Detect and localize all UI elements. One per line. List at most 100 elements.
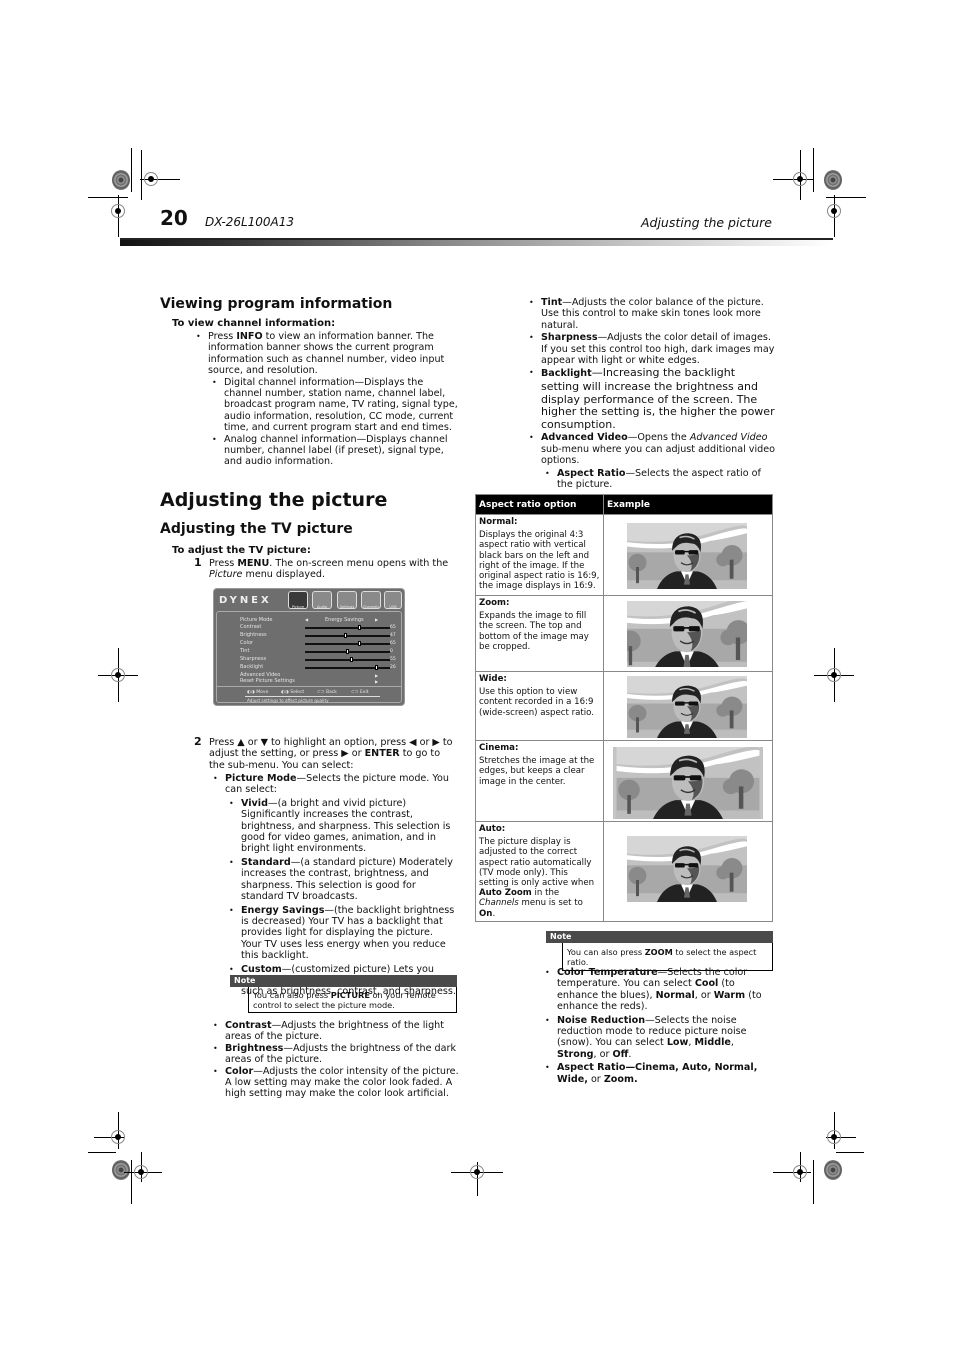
list-item: Analog channel information—Displays chan…	[208, 434, 460, 468]
list-item: Aspect Ratio—Cinema, Auto, Normal, Wide,…	[541, 1062, 776, 1085]
procedure-heading: To adjust the TV picture:	[172, 545, 311, 556]
osd-nav-move: ◐◑ Move	[247, 690, 269, 695]
advanced-video-options-list: Color Temperature—Selects the color temp…	[541, 967, 776, 1085]
osd-hint: Adjust settings to affect picture qualit…	[247, 698, 329, 703]
note-label: Note	[230, 975, 457, 987]
registration-target-icon	[134, 1165, 148, 1179]
list-item: Vivid—(a bright and vivid picture) Signi…	[225, 798, 456, 855]
list-item: Noise Reduction—Selects the noise reduct…	[541, 1015, 776, 1061]
normal-aspect-example-image	[627, 523, 747, 589]
osd-slider-knob	[374, 665, 378, 670]
list-item: Sharpness—Adjusts the color detail of im…	[525, 332, 775, 366]
osd-slider-label: Brightness	[240, 632, 267, 638]
table-row: Cinema: Stretches the image at the edges,…	[475, 740, 773, 822]
osd-tab-usb: USB	[384, 591, 402, 609]
osd-tab-audio: Audio	[312, 591, 332, 609]
registration-target-icon	[827, 204, 841, 218]
left-arrow-icon: ◀	[305, 617, 309, 622]
osd-slider-knob	[343, 633, 347, 638]
bullet-list: Press INFO to view an information banner…	[192, 331, 460, 468]
osd-picture-mode-value: Energy Savings	[325, 617, 364, 623]
header-gradient-bar	[120, 238, 833, 246]
note-box: Note You can also press ZOOM to select t…	[546, 931, 773, 971]
table-row: Wide: Use this option to view content rec…	[475, 671, 773, 741]
registration-dial-icon	[112, 170, 130, 190]
osd-slider-backlight	[305, 665, 390, 670]
registration-target-icon	[793, 1165, 807, 1179]
list-item: Color—Adjusts the color intensity of the…	[209, 1066, 459, 1100]
picture-settings-list: Contrast—Adjusts the brightness of the l…	[209, 1020, 459, 1100]
osd-slider-color	[305, 641, 390, 646]
registration-dial-icon	[824, 1160, 842, 1180]
osd-nav-exit: ⊂⊃ Exit	[351, 690, 369, 695]
model-number: DX-26L100A13	[205, 215, 295, 229]
section-heading: Viewing program information	[160, 296, 393, 312]
wide-aspect-example-image	[627, 676, 747, 738]
osd-slider-tint	[305, 649, 390, 654]
man-in-sunglasses-illustration	[627, 523, 747, 589]
list-item: Backlight—Increasing the backlight setti…	[525, 367, 775, 431]
list-item: Picture Mode—Selects the picture mode. Y…	[209, 773, 456, 998]
page-number: 20	[160, 206, 188, 230]
list-item: Standard—(a standard picture) Moderately…	[225, 857, 456, 903]
registration-target-icon	[793, 172, 807, 186]
on-screen-menu-image: DYNEX Picture Audio Settings Channels US…	[213, 588, 405, 706]
osd-panel: Picture Mode ◀ Energy Savings ▶ Contrast…	[216, 611, 402, 703]
osd-slider-knob	[358, 641, 362, 646]
auto-aspect-example-image	[627, 836, 747, 902]
picture-settings-list-continued: Tint—Adjusts the color balance of the pi…	[525, 297, 775, 490]
registration-dial-icon	[824, 170, 842, 190]
right-arrow-icon: ▶	[375, 673, 379, 678]
man-in-sunglasses-illustration	[627, 836, 747, 902]
table-row: Auto: The picture display is adjusted to…	[475, 821, 773, 922]
registration-dial-icon	[112, 1160, 130, 1180]
right-arrow-icon: ▶	[375, 679, 379, 684]
list-item: Energy Savings—(the backlight brightness…	[225, 905, 456, 962]
registration-target-icon	[111, 1130, 125, 1144]
list-item: Advanced Video—Opens the Advanced Video …	[525, 432, 775, 490]
zoom-aspect-example-image	[627, 601, 747, 667]
osd-slider-label: Backlight	[240, 664, 264, 670]
list-item: Press INFO to view an information banner…	[192, 331, 460, 468]
page-title: Adjusting the picture	[160, 489, 388, 511]
column-header: Aspect ratio option	[475, 494, 604, 515]
osd-slider-knob	[350, 657, 354, 662]
osd-slider-value: 47	[390, 633, 396, 638]
registration-target-icon	[827, 668, 841, 682]
registration-target-icon	[111, 204, 125, 218]
running-header: Adjusting the picture	[640, 215, 772, 230]
osd-picture-mode-label: Picture Mode	[240, 617, 273, 623]
mode-list: Vivid—(a bright and vivid picture) Signi…	[225, 798, 456, 998]
registration-target-icon	[144, 172, 158, 186]
table-row: Normal: Displays the original 4:3 aspect …	[475, 514, 773, 596]
osd-nav-back: ⊂⊃ Back	[317, 690, 337, 695]
osd-tab-picture: Picture	[288, 591, 308, 609]
option-list: Picture Mode—Selects the picture mode. Y…	[209, 773, 456, 998]
osd-slider-label: Color	[240, 640, 254, 646]
osd-slider-label: Tint	[240, 648, 250, 654]
osd-slider-label: Sharpness	[240, 656, 267, 662]
list-item: Color Temperature—Selects the color temp…	[541, 967, 776, 1013]
registration-target-icon	[111, 668, 125, 682]
man-in-sunglasses-illustration	[627, 676, 747, 738]
list-item: Contrast—Adjusts the brightness of the l…	[209, 1020, 459, 1043]
list-item: Tint—Adjusts the color balance of the pi…	[525, 297, 775, 331]
osd-slider-brightness	[305, 633, 390, 638]
cinema-aspect-example-image	[613, 747, 763, 819]
viewing-section: Viewing program information To view chan…	[160, 296, 460, 468]
osd-slider-label: Contrast	[240, 624, 262, 630]
man-in-sunglasses-illustration	[616, 747, 760, 819]
list-item: Brightness—Adjusts the brightness of the…	[209, 1043, 459, 1066]
osd-slider-value: 65	[390, 625, 396, 630]
osd-slider-value: 26	[390, 665, 396, 670]
note-label: Note	[546, 931, 773, 943]
aspect-ratio-table: Aspect ratio option Example Normal: Displ…	[475, 494, 773, 922]
table-header-row: Aspect ratio option Example	[475, 494, 773, 515]
column-header: Example	[603, 494, 773, 515]
osd-reset-settings: Reset Picture Settings	[240, 678, 295, 684]
step-2: 2 Press ▲ or ▼ to highlight an option, p…	[194, 735, 456, 998]
list-item: Digital channel information—Displays the…	[208, 377, 460, 434]
note-box: Note You can also press PICTURE on your …	[230, 975, 457, 1013]
subsection-heading: Adjusting the TV picture	[160, 521, 353, 537]
osd-slider-knob	[358, 625, 362, 630]
